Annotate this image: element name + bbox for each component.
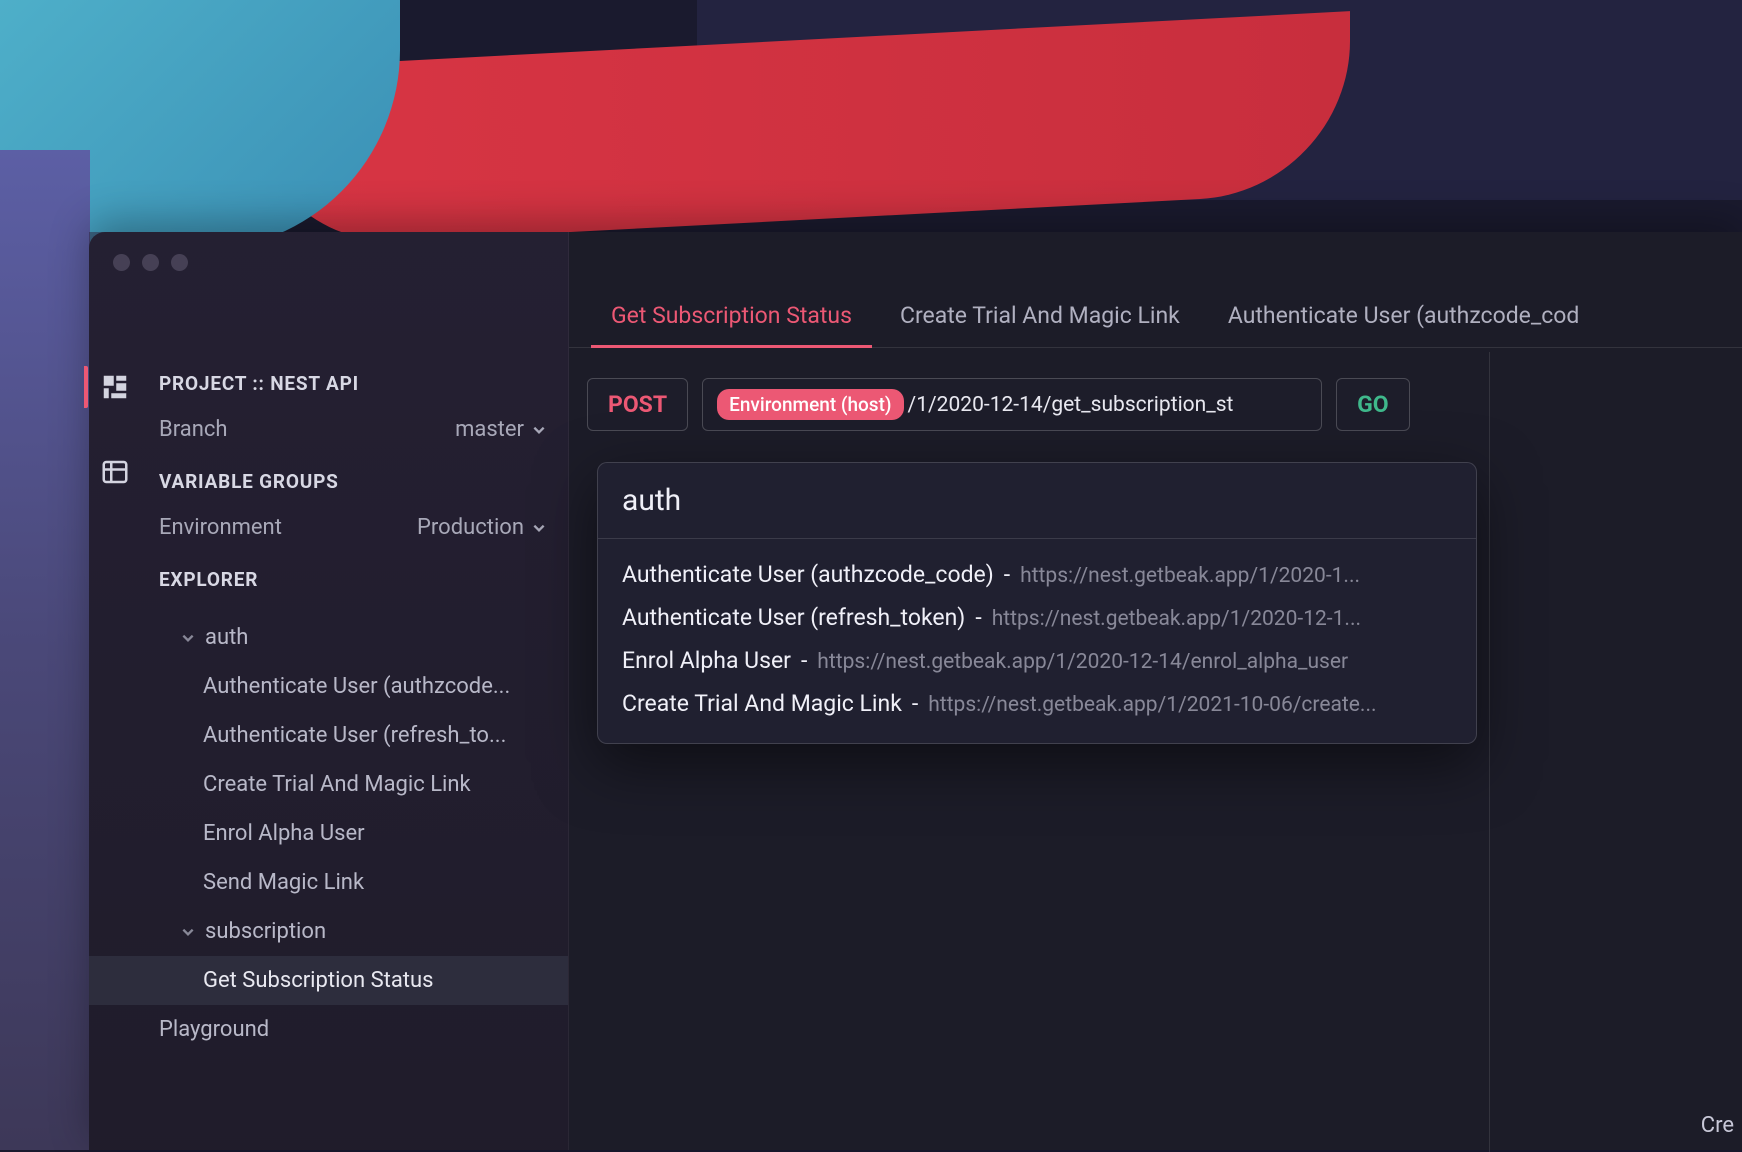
tree-item[interactable]: Send Magic Link (159, 858, 546, 907)
chevron-down-icon (181, 631, 195, 645)
request-bar: POST Environment (host) /1/2020-12-14/ge… (569, 348, 1742, 461)
chevron-down-icon (532, 521, 546, 535)
tree-item[interactable]: Create Trial And Magic Link (159, 760, 546, 809)
partial-text: Cre (1701, 1113, 1734, 1138)
env-variable-chip[interactable]: Environment (host) (717, 389, 903, 420)
method-selector[interactable]: POST (587, 378, 688, 431)
project-header: PROJECT :: NEST API (159, 372, 546, 395)
sidebar-rail (89, 362, 141, 487)
tree-folder-auth[interactable]: auth (159, 613, 546, 662)
variable-groups-header: VARIABLE GROUPS (159, 470, 546, 493)
search-result-item[interactable]: Enrol Alpha User - https://nest.getbeak.… (622, 639, 1452, 682)
search-result-item[interactable]: Authenticate User (authzcode_code) - htt… (622, 553, 1452, 596)
sidebar-content: PROJECT :: NEST API Branch master VARIAB… (89, 372, 568, 1054)
pane-divider[interactable] (1489, 352, 1490, 1150)
environment-label: Environment (159, 515, 282, 540)
search-input-container: auth (598, 463, 1476, 539)
sidebar: PROJECT :: NEST API Branch master VARIAB… (89, 232, 569, 1150)
tree-folder-subscription[interactable]: subscription (159, 907, 546, 956)
search-result-item[interactable]: Create Trial And Magic Link - https://ne… (622, 682, 1452, 725)
branch-row[interactable]: Branch master (159, 417, 546, 442)
search-result-item[interactable]: Authenticate User (refresh_token) - http… (622, 596, 1452, 639)
url-path: /1/2020-12-14/get_subscription_st (908, 393, 1234, 417)
environment-row[interactable]: Environment Production (159, 515, 546, 540)
chevron-down-icon (532, 423, 546, 437)
tree-item-playground[interactable]: Playground (159, 1005, 546, 1054)
variables-icon[interactable] (100, 457, 130, 487)
quick-search-popup: auth Authenticate User (authzcode_code) … (597, 462, 1477, 744)
tab[interactable]: Authenticate User (authzcode_cod (1208, 288, 1600, 347)
tree-item[interactable]: Authenticate User (authzcode... (159, 662, 546, 711)
explorer-header: EXPLORER (159, 568, 546, 591)
branch-selector[interactable]: master (455, 417, 546, 442)
send-request-button[interactable]: GO (1336, 378, 1410, 431)
tab-active[interactable]: Get Subscription Status (591, 288, 872, 347)
search-results: Authenticate User (authzcode_code) - htt… (598, 539, 1476, 743)
tree-item[interactable]: Enrol Alpha User (159, 809, 546, 858)
search-input[interactable]: auth (622, 483, 1452, 518)
chevron-down-icon (181, 925, 195, 939)
tree-item-selected[interactable]: Get Subscription Status (89, 956, 568, 1005)
url-input[interactable]: Environment (host) /1/2020-12-14/get_sub… (702, 378, 1322, 431)
tree-item[interactable]: Authenticate User (refresh_to... (159, 711, 546, 760)
tab[interactable]: Create Trial And Magic Link (880, 288, 1200, 347)
project-icon[interactable] (100, 372, 130, 402)
environment-selector[interactable]: Production (417, 515, 546, 540)
tab-bar: Get Subscription Status Create Trial And… (569, 232, 1742, 348)
branch-label: Branch (159, 417, 227, 442)
